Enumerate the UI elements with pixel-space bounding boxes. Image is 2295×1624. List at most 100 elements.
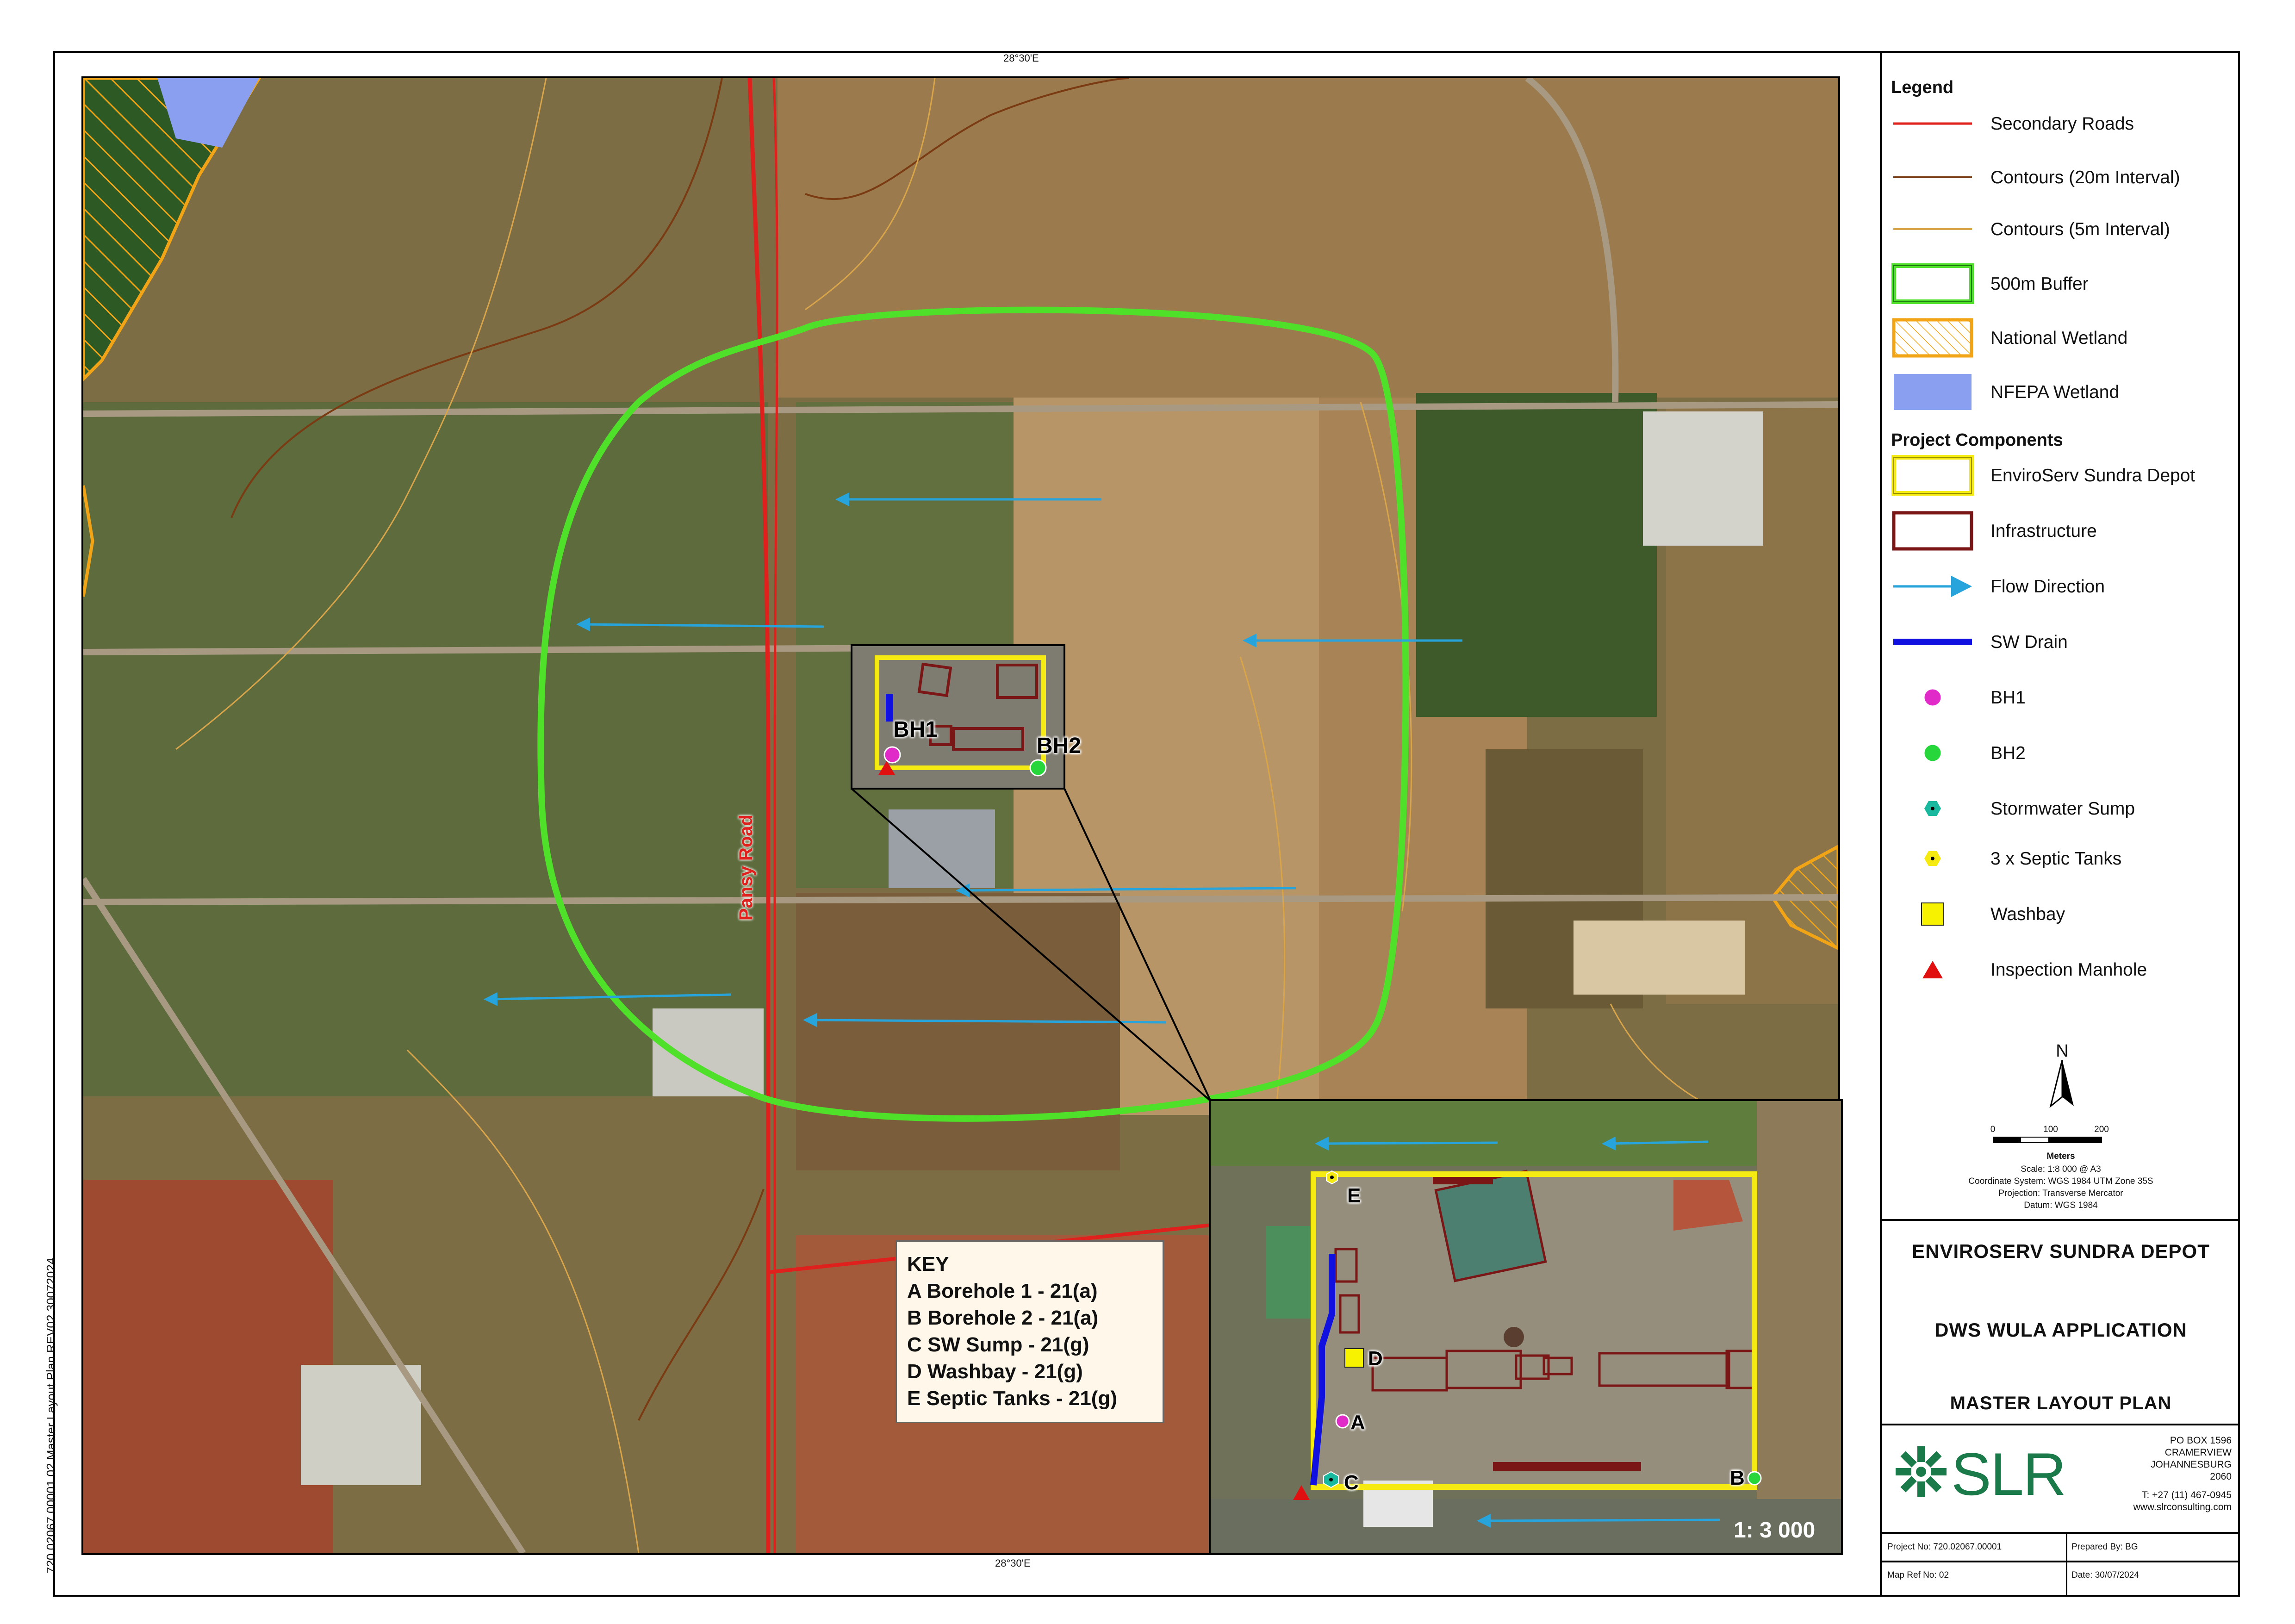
- green-dot-icon: [1923, 743, 1942, 763]
- divider-company: [1882, 1424, 2240, 1425]
- divider-titles: [1882, 1219, 2240, 1221]
- scale-bar-seg-1: [1994, 1138, 2021, 1142]
- address-line-1: PO BOX 1596: [2170, 1435, 2232, 1446]
- components-title: Project Components: [1891, 430, 2063, 450]
- address-line-3: JOHANNESBURG: [2150, 1459, 2232, 1470]
- inset-sump-dot: [1329, 1478, 1333, 1481]
- inset-green-shed: [1434, 1170, 1547, 1282]
- inset-tank: [1504, 1327, 1524, 1347]
- key-title: KEY: [907, 1253, 949, 1276]
- trees-east: [1416, 393, 1657, 717]
- legend-title: Legend: [1891, 78, 1954, 97]
- legend-row-infrastructure: Infrastructure: [1891, 510, 2233, 552]
- arrow-icon: [1893, 576, 1972, 597]
- bh2-marker[interactable]: [1029, 759, 1047, 777]
- legend-row-inspection-manhole: Inspection Manhole: [1891, 949, 2233, 990]
- north-arrow-icon: [2049, 1060, 2074, 1108]
- inset-label-b: B: [1730, 1467, 1745, 1489]
- north-label: N: [2056, 1041, 2069, 1061]
- inset-bh2[interactable]: [1747, 1471, 1762, 1486]
- smallholdings-west: [83, 402, 768, 1096]
- scale-tick-200: 200: [2094, 1125, 2109, 1134]
- datum: Datum: WGS 1984: [2024, 1201, 2098, 1210]
- company-name: SLR: [1951, 1440, 2066, 1508]
- tan-line-icon: [1893, 228, 1972, 230]
- graticule-bottom: 28°30'E: [995, 1557, 1031, 1569]
- poultry-houses-east: [1643, 411, 1763, 546]
- scale-tick-100: 100: [2043, 1125, 2058, 1134]
- inset-washbay[interactable]: [1344, 1348, 1364, 1368]
- map-date: Date: 30/07/2024: [2071, 1570, 2139, 1580]
- depot-neighbour: [889, 809, 995, 888]
- legend-row-bh1: BH1: [1891, 677, 2233, 718]
- title-application: DWS WULA APPLICATION: [1934, 1319, 2187, 1341]
- legend-row-national-wetland: National Wetland: [1891, 317, 2233, 359]
- hatched-orange-box-icon: [1892, 318, 1973, 358]
- blue-box-icon: [1894, 374, 1972, 410]
- field-north: [777, 78, 1838, 398]
- address-line-2: CRAMERVIEW: [2164, 1447, 2232, 1458]
- address-line-4: 2060: [2210, 1471, 2232, 1482]
- dam: [1574, 921, 1745, 995]
- field-red-soil: [83, 1180, 333, 1553]
- project-number: Project No: 720.02067.00001: [1887, 1542, 2002, 1552]
- legend-panel: Legend Secondary Roads Contours (20m Int…: [1880, 51, 2240, 1597]
- key-box: KEY A Borehole 1 - 21(a) B Borehole 2 - …: [896, 1240, 1164, 1423]
- bh1-label: BH1: [893, 717, 938, 742]
- key-item-c: C SW Sump - 21(g): [907, 1333, 1089, 1356]
- map-ref: Map Ref No: 02: [1887, 1570, 1949, 1580]
- magenta-dot-icon: [1923, 688, 1942, 707]
- brown-line-icon: [1893, 176, 1972, 178]
- divider-footer-mid: [1882, 1561, 2240, 1562]
- legend-row-depot: EnviroServ Sundra Depot: [1891, 454, 2233, 496]
- inset-field-east: [1757, 1101, 1841, 1553]
- graticule-top: 28°30'E: [1003, 52, 1039, 64]
- inset-septic-dot: [1330, 1176, 1334, 1179]
- inset-label-c: C: [1344, 1471, 1359, 1494]
- key-item-d: D Washbay - 21(g): [907, 1360, 1083, 1383]
- inset-label-a: A: [1350, 1411, 1365, 1434]
- key-item-b: B Borehole 2 - 21(a): [907, 1307, 1099, 1329]
- field-south-central: [796, 893, 1120, 1170]
- inset-map[interactable]: E D A C B 1: 3 000: [1209, 1099, 1843, 1555]
- road-label-pansy: Pansy Road: [736, 815, 756, 921]
- coordinate-system: Coordinate System: WGS 1984 UTM Zone 35S: [1968, 1176, 2153, 1186]
- company-address: PO BOX 1596 CRAMERVIEW JOHANNESBURG 2060…: [2133, 1435, 2232, 1513]
- divider-footer: [1882, 1532, 2240, 1534]
- inset-bh1[interactable]: [1335, 1414, 1350, 1429]
- bh2-label: BH2: [1037, 734, 1082, 758]
- red-triangle-icon: [1922, 961, 1943, 978]
- bh1-marker[interactable]: [883, 746, 901, 764]
- scale-bar-seg-3: [2048, 1138, 2102, 1142]
- inset-green-roof: [1266, 1226, 1310, 1319]
- title-depot: ENVIROSERV SUNDRA DEPOT: [1912, 1240, 2210, 1262]
- yellow-box-icon: [1891, 455, 1974, 496]
- legend-row-septic-tanks: 3 x Septic Tanks: [1891, 838, 2233, 879]
- scale-unit: Meters: [2046, 1151, 2075, 1161]
- legend-row-secondary-roads: Secondary Roads: [1891, 103, 2233, 144]
- inset-grass-north: [1211, 1101, 1841, 1166]
- prepared-by: Prepared By: BG: [2071, 1542, 2138, 1552]
- yellow-square-icon: [1921, 902, 1944, 926]
- scale-ratio: Scale: 1:8 000 @ A3: [2021, 1164, 2101, 1174]
- company-website[interactable]: www.slrconsulting.com: [2133, 1501, 2232, 1513]
- scale-tick-0: 0: [1990, 1125, 1996, 1134]
- inset-label-d: D: [1368, 1347, 1383, 1370]
- inset-canvas: [1211, 1101, 1841, 1553]
- legend-row-buffer: 500m Buffer: [1891, 263, 2233, 305]
- red-line-icon: [1893, 122, 1972, 125]
- key-item-a: A Borehole 1 - 21(a): [907, 1280, 1098, 1302]
- title-plan: MASTER LAYOUT PLAN: [1950, 1393, 2172, 1413]
- maroon-box-icon: [1892, 511, 1973, 551]
- inset-label-e: E: [1347, 1184, 1361, 1207]
- legend-row-contours-5m: Contours (5m Interval): [1891, 208, 2233, 250]
- teal-hexagon-icon: [1924, 801, 1941, 816]
- legend-row-washbay: Washbay: [1891, 893, 2233, 935]
- legend-row-contours-20m: Contours (20m Interval): [1891, 156, 2233, 198]
- legend-row-sw-drain: SW Drain: [1891, 621, 2233, 663]
- blue-line-icon: [1893, 639, 1972, 645]
- green-box-icon: [1891, 263, 1974, 304]
- company-phone: T: +27 (11) 467-0945: [2142, 1490, 2232, 1500]
- inset-scale-label: 1: 3 000: [1734, 1518, 1816, 1543]
- legend-row-stormwater-sump: Stormwater Sump: [1891, 788, 2233, 829]
